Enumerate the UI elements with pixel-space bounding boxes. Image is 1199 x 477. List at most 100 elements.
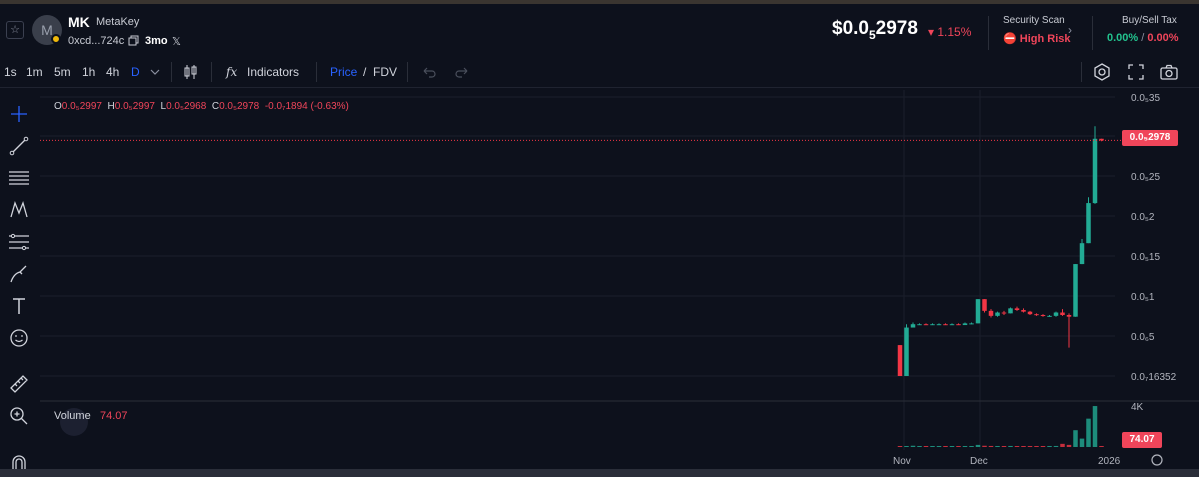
volume-bar — [1001, 446, 1007, 447]
volume-bar — [1060, 443, 1065, 447]
candle-body — [1047, 315, 1052, 317]
volume-bar — [1008, 445, 1013, 447]
candle-body — [995, 312, 1000, 316]
candle-body — [910, 324, 916, 328]
fib-icon[interactable] — [7, 230, 31, 254]
volume-bar — [910, 445, 916, 447]
price-change-value: 1.15% — [937, 25, 972, 39]
close-value: 0.0₅2978 — [219, 101, 260, 112]
buy-tax: 0.00% — [1107, 32, 1139, 44]
token-header: ☆ M MK MetaKey 0xcd...724c 3mo 𝕏 $0.0529… — [0, 4, 1199, 56]
timeframe-5m[interactable]: 5m — [54, 65, 71, 79]
star-icon[interactable]: ☆ — [6, 21, 24, 39]
candle-body — [988, 310, 994, 316]
tax-title: Buy/Sell Tax — [1122, 15, 1177, 26]
toolbar-divider — [211, 62, 212, 82]
settings-icon[interactable] — [1092, 62, 1112, 82]
volume-bar — [975, 444, 981, 447]
redo-icon[interactable] — [452, 62, 472, 82]
horizontal-lines-icon[interactable] — [7, 166, 31, 190]
undo-icon[interactable] — [419, 62, 439, 82]
emoji-icon[interactable] — [7, 326, 31, 350]
tax-separator: / — [1138, 32, 1148, 44]
token-address[interactable]: 0xcd...724c — [68, 35, 124, 47]
candle-body — [1001, 312, 1007, 314]
volume-bar — [1021, 446, 1026, 447]
pattern-icon[interactable] — [7, 198, 31, 222]
volume-axis-tick-label: 4K — [1131, 402, 1144, 413]
volume-bar — [1027, 446, 1033, 447]
low-value: 0.0₅2968 — [166, 101, 207, 112]
volume-bar — [1086, 418, 1091, 447]
chart-toolbar: 1s 1m 5m 1h 4h D fx Indicators Price / F… — [0, 56, 1199, 88]
volume-bar — [930, 446, 935, 447]
y-axis-tick-label: 0.0₅1 — [1131, 292, 1155, 303]
ruler-icon[interactable] — [7, 372, 31, 396]
current-price-tag: 0.0₅2978 — [1122, 130, 1178, 146]
text-icon[interactable] — [7, 294, 31, 318]
trend-line-icon[interactable] — [7, 134, 31, 158]
volume-bar — [923, 446, 929, 447]
volume-bar — [969, 446, 974, 447]
drawing-toolbar — [0, 98, 38, 477]
y-axis-tick-label: 0.0₆5 — [1131, 332, 1155, 343]
volume-bar — [1014, 446, 1020, 447]
y-axis-tick-label: 0.0₅2 — [1131, 212, 1155, 223]
candle-body — [930, 324, 935, 326]
chevron-right-icon[interactable]: › — [1068, 23, 1072, 37]
volume-bar — [917, 446, 922, 447]
volume-tag: 74.07 — [1122, 432, 1162, 448]
high-label: H — [107, 101, 115, 112]
candle-body — [923, 324, 929, 326]
timeframe-4h[interactable]: 4h — [106, 65, 119, 79]
token-symbol: MK — [68, 14, 90, 30]
candle-body — [1008, 308, 1013, 314]
timeframe-1s[interactable]: 1s — [4, 65, 17, 79]
ohlc-legend: O0.0₅2997 H0.0₅2997 L0.0₅2968 C0.0₅2978 … — [54, 101, 349, 112]
high-value: 0.0₅2997 — [114, 101, 155, 112]
volume-bar — [1047, 446, 1052, 447]
crosshair-icon[interactable] — [7, 102, 31, 126]
timeframe-d[interactable]: D — [131, 65, 140, 79]
x-social-icon[interactable]: 𝕏 — [172, 35, 181, 48]
chevron-down-icon[interactable] — [148, 62, 162, 82]
tax-values: 0.00% / 0.00% — [1107, 32, 1179, 44]
security-risk[interactable]: ⛔ High Risk — [1003, 32, 1071, 45]
alert-icon: ⛔ — [1003, 33, 1020, 45]
timeframe-1m[interactable]: 1m — [26, 65, 43, 79]
fx-icon[interactable]: fx — [226, 65, 237, 79]
fullscreen-icon[interactable] — [1126, 62, 1146, 82]
candle-body — [962, 323, 968, 326]
zoom-icon[interactable] — [7, 404, 31, 428]
fdv-toggle[interactable]: FDV — [373, 65, 397, 79]
volume-label: Volume — [54, 410, 91, 422]
security-scan-title[interactable]: Security Scan — [1003, 15, 1065, 26]
y-axis-tick-label: 0.0₅25 — [1131, 172, 1160, 183]
copy-icon[interactable] — [128, 35, 139, 46]
indicators-button[interactable]: Indicators — [247, 65, 299, 79]
camera-icon[interactable] — [1159, 62, 1179, 82]
candle-body — [956, 324, 961, 326]
open-value: 0.0₅2997 — [61, 101, 102, 112]
price-chart[interactable]: 0.0₅35 0.0₅25 0.0₅2 0.0₅15 0.0₅1 0.0₆5 0.0₇163… — [40, 90, 1199, 477]
volume-bar — [956, 446, 961, 447]
horizontal-scrollbar[interactable] — [0, 469, 1199, 477]
candle-body — [969, 323, 974, 325]
candle-body — [1073, 264, 1078, 317]
x-axis-tick-label: Dec — [970, 456, 988, 467]
candle-body — [1086, 203, 1091, 244]
toolbar-divider — [407, 62, 408, 82]
candles-icon[interactable] — [181, 62, 201, 82]
timeframe-1h[interactable]: 1h — [82, 65, 95, 79]
x-axis-tick-label: 2026 — [1098, 456, 1121, 467]
token-age: 3mo — [145, 35, 168, 47]
candle-body — [1014, 308, 1020, 311]
volume-bar — [904, 446, 909, 447]
price-toggle[interactable]: Price — [330, 65, 357, 79]
brush-icon[interactable] — [7, 262, 31, 286]
price-digits: 2978 — [875, 18, 918, 39]
volume-bar — [1040, 446, 1046, 447]
volume-bar — [1099, 446, 1104, 447]
candle-body — [904, 327, 909, 376]
token-name: MetaKey — [96, 16, 140, 28]
